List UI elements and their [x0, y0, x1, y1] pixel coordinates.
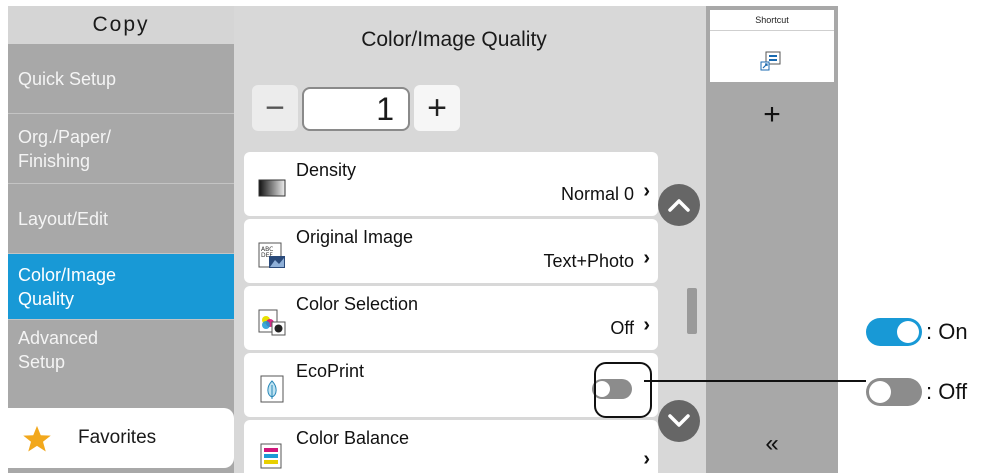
setting-label: Original Image [296, 227, 414, 247]
chevron-right-icon: › [643, 247, 650, 269]
sidebar-item-label: Quick Setup [18, 68, 117, 89]
sidebar-item-label: Color/Image Quality [18, 264, 117, 309]
toggle-on-legend [866, 318, 922, 346]
ecoprint-icon [260, 375, 284, 403]
ecoprint-callout-highlight [594, 362, 652, 418]
toggle-knob [897, 321, 919, 343]
copy-screen: Copy Quick Setup Org./Paper/ Finishing L… [8, 6, 838, 473]
scroll-down-button[interactable] [658, 400, 700, 442]
color-selection-icon [258, 309, 286, 336]
shortcut-icon [760, 51, 781, 71]
sidebar: Copy Quick Setup Org./Paper/ Finishing L… [8, 6, 234, 473]
scroll-up-button[interactable] [658, 184, 700, 226]
setting-value: Off [610, 318, 634, 338]
chevron-up-icon [668, 199, 690, 212]
page-title: Color/Image Quality [361, 28, 547, 51]
sidebar-item-org-paper-finishing[interactable]: Org./Paper/ Finishing [8, 114, 234, 184]
setting-color-balance[interactable]: Color Balance › [244, 420, 658, 473]
setting-color-selection[interactable]: Color Selection Off › [244, 286, 658, 350]
chevron-right-icon: › [643, 314, 650, 336]
collapse-panel-button[interactable]: « [706, 430, 838, 458]
setting-density[interactable]: Density Normal 0 › [244, 152, 658, 216]
copies-field[interactable]: 1 [302, 87, 410, 131]
legend-off-label: : Off [926, 379, 968, 404]
chevron-right-icon: › [643, 180, 650, 202]
favorites-button[interactable]: Favorites [8, 408, 234, 468]
sidebar-title: Copy [8, 6, 234, 44]
sidebar-item-label: Layout/Edit [18, 208, 109, 229]
shortcut-label: Shortcut [710, 10, 834, 31]
copies-stepper: − 1 + [252, 85, 460, 133]
setting-label: EcoPrint [296, 361, 365, 381]
legend-on-label: : On [926, 319, 968, 344]
favorites-label: Favorites [78, 427, 157, 448]
sidebar-item-label: Advanced Setup [18, 328, 99, 372]
original-image-icon: ABC DEF [258, 242, 285, 268]
sidebar-item-quick-setup[interactable]: Quick Setup [8, 44, 234, 114]
chevron-down-icon [668, 414, 690, 427]
setting-value: Normal 0 [560, 184, 634, 204]
sidebar-item-advanced-setup[interactable]: Advanced Setup [8, 320, 234, 390]
shortcut-button[interactable]: Shortcut [710, 10, 834, 82]
setting-label: Color Balance [296, 428, 410, 448]
sidebar-item-layout-edit[interactable]: Layout/Edit [8, 184, 234, 254]
callout-leader-line [644, 380, 866, 382]
density-icon [258, 179, 286, 197]
setting-original-image[interactable]: ABC DEF Original Image Text+Photo › [244, 219, 658, 283]
setting-label: Color Selection [296, 294, 419, 314]
shortcut-panel: Shortcut + « [706, 6, 838, 473]
add-shortcut-button[interactable]: + [706, 98, 838, 132]
increment-button[interactable]: + [414, 85, 460, 131]
settings-list: Density Normal 0 › ABC DEF Original Imag… [244, 152, 658, 473]
setting-value: Text+Photo [543, 251, 634, 271]
scrollbar-thumb[interactable] [687, 288, 697, 334]
star-icon [23, 425, 51, 452]
color-balance-icon [260, 443, 282, 469]
decrement-button[interactable]: − [252, 85, 298, 131]
sidebar-item-label: Org./Paper/ Finishing [18, 126, 112, 171]
setting-label: Density [296, 160, 357, 180]
toggle-off-legend [866, 378, 922, 406]
sidebar-item-color-image-quality[interactable]: Color/Image Quality [8, 254, 234, 320]
chevron-right-icon: › [643, 448, 650, 470]
toggle-knob [869, 381, 891, 403]
